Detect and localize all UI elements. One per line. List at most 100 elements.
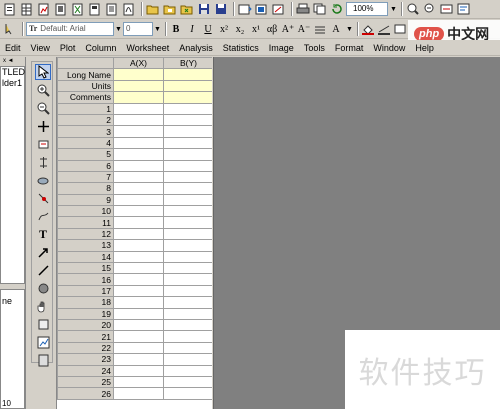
data-selector-icon[interactable]	[35, 136, 51, 152]
font-size-select[interactable]: 0	[123, 22, 153, 36]
data-cell[interactable]	[113, 239, 164, 252]
data-cell[interactable]	[113, 330, 164, 343]
data-cell[interactable]	[163, 193, 212, 207]
data-cell[interactable]	[113, 273, 164, 286]
row-label[interactable]: Units	[57, 79, 114, 93]
row-number[interactable]: 13	[57, 239, 114, 252]
row-number[interactable]: 16	[57, 273, 114, 286]
zoom-in-tool-icon[interactable]	[35, 82, 51, 98]
row-number[interactable]: 14	[57, 250, 114, 264]
underline-button[interactable]: U	[201, 22, 215, 36]
font-name-select[interactable]: Tr Default: Arial	[26, 22, 114, 36]
meta-cell[interactable]	[163, 79, 212, 93]
meta-cell[interactable]	[163, 91, 212, 104]
data-cell[interactable]	[113, 284, 164, 298]
data-cell[interactable]	[113, 318, 164, 332]
data-cell[interactable]	[163, 250, 212, 264]
open-excel-icon[interactable]	[179, 2, 194, 17]
data-cell[interactable]	[113, 205, 164, 218]
row-number[interactable]: 10	[57, 205, 114, 218]
region-mask-icon[interactable]	[35, 172, 51, 188]
data-cell[interactable]	[113, 341, 164, 355]
data-cell[interactable]	[113, 102, 164, 115]
arrow-tool-icon[interactable]	[35, 244, 51, 260]
shape-tool-icon[interactable]	[35, 280, 51, 296]
explorer-tree[interactable]: TLED lder1	[0, 66, 25, 284]
corner-cell[interactable]	[57, 57, 114, 70]
font-color-icon[interactable]: A	[329, 22, 343, 36]
new-project-icon[interactable]	[2, 2, 17, 17]
data-cell[interactable]	[163, 170, 212, 184]
line-style-icon[interactable]	[313, 22, 327, 36]
subscript-icon[interactable]: x₂	[233, 22, 247, 36]
data-cell[interactable]	[163, 216, 212, 229]
meta-cell[interactable]	[113, 68, 164, 81]
data-cell[interactable]	[113, 307, 164, 321]
screen-reader-icon[interactable]	[35, 118, 51, 134]
new-notes-icon[interactable]	[104, 2, 119, 17]
row-number[interactable]: 25	[57, 375, 114, 389]
row-number[interactable]: 21	[57, 330, 114, 343]
data-cell[interactable]	[163, 341, 212, 355]
menu-plot[interactable]: Plot	[55, 41, 81, 55]
new-layout-icon[interactable]	[87, 2, 102, 17]
data-cell[interactable]	[113, 216, 164, 229]
insert-note-icon[interactable]	[35, 352, 51, 368]
data-cell[interactable]	[113, 113, 164, 127]
row-label[interactable]: Comments	[57, 91, 114, 104]
data-cell[interactable]	[163, 273, 212, 286]
menu-image[interactable]: Image	[264, 41, 299, 55]
data-cell[interactable]	[113, 364, 164, 377]
data-cell[interactable]	[163, 148, 212, 161]
font-size-dropdown-icon[interactable]: ▼	[153, 22, 162, 36]
increase-font-icon[interactable]: A⁺	[281, 22, 295, 36]
menu-statistics[interactable]: Statistics	[218, 41, 264, 55]
insert-graph-icon[interactable]	[35, 334, 51, 350]
pointer-tool-icon[interactable]	[35, 64, 51, 80]
data-cell[interactable]	[113, 250, 164, 264]
explorer-list[interactable]: ne 10	[0, 289, 25, 409]
column-header-a[interactable]: A(X)	[113, 57, 164, 70]
row-number[interactable]: 17	[57, 284, 114, 298]
pan-tool-icon[interactable]	[35, 298, 51, 314]
draw-data-icon[interactable]	[35, 208, 51, 224]
menu-tools[interactable]: Tools	[299, 41, 330, 55]
save-icon[interactable]	[196, 2, 211, 17]
row-number[interactable]: 11	[57, 216, 114, 229]
data-cell[interactable]	[163, 205, 212, 218]
duplicate-icon[interactable]	[312, 2, 327, 17]
rescale-icon[interactable]	[439, 2, 454, 17]
font-color-dropdown-icon[interactable]: ▼	[345, 22, 354, 36]
refresh-icon[interactable]	[329, 2, 344, 17]
zoom-out-tool-icon[interactable]	[35, 100, 51, 116]
row-number[interactable]: 2	[57, 113, 114, 127]
data-cell[interactable]	[163, 353, 212, 366]
row-number[interactable]: 1	[57, 102, 114, 115]
data-cell[interactable]	[113, 182, 164, 195]
meta-cell[interactable]	[113, 79, 164, 93]
menu-view[interactable]: View	[26, 41, 55, 55]
pattern-icon[interactable]	[393, 22, 407, 36]
data-cell[interactable]	[113, 170, 164, 184]
super-sub-icon[interactable]: x¹	[249, 22, 263, 36]
new-graph-icon[interactable]	[36, 2, 51, 17]
data-cell[interactable]	[113, 148, 164, 161]
menu-edit[interactable]: Edit	[0, 41, 26, 55]
row-number[interactable]: 8	[57, 182, 114, 195]
data-cell[interactable]	[113, 136, 164, 150]
menu-window[interactable]: Window	[368, 41, 410, 55]
data-cell[interactable]	[163, 102, 212, 115]
zoom-field[interactable]: 100%	[346, 2, 388, 16]
data-cell[interactable]	[163, 239, 212, 252]
data-cell[interactable]	[113, 296, 164, 309]
data-cell[interactable]	[113, 125, 164, 138]
bold-button[interactable]: B	[169, 22, 183, 36]
data-reader-icon[interactable]	[35, 154, 51, 170]
new-matrix-icon[interactable]	[53, 2, 68, 17]
row-number[interactable]: 15	[57, 262, 114, 275]
menu-analysis[interactable]: Analysis	[174, 41, 218, 55]
row-number[interactable]: 9	[57, 193, 114, 207]
column-header-b[interactable]: B(Y)	[163, 57, 212, 70]
data-cell[interactable]	[163, 387, 212, 400]
row-number[interactable]: 18	[57, 296, 114, 309]
